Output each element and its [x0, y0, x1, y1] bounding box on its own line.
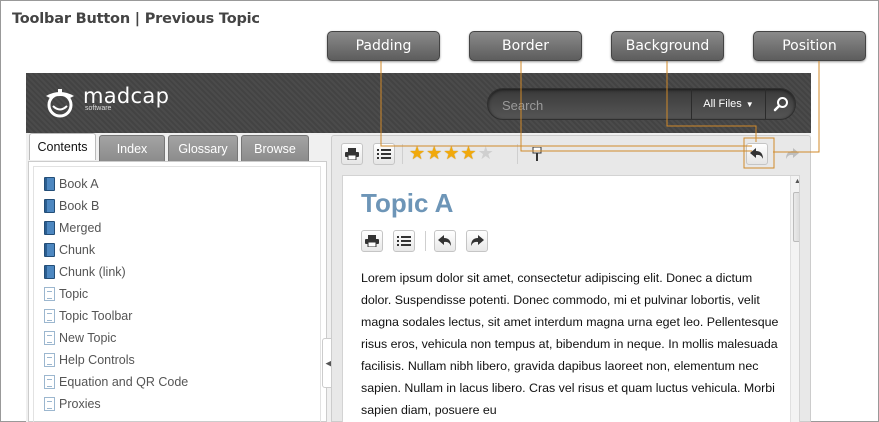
callout-position: Position [753, 31, 866, 61]
star-icon[interactable]: ★ [426, 144, 442, 162]
tab-contents[interactable]: Contents [29, 133, 96, 160]
page-icon [44, 397, 55, 411]
toc-item[interactable]: Topic Toolbar [44, 309, 132, 323]
topic-title: Topic A [361, 188, 454, 218]
star-icon[interactable]: ★ [409, 144, 425, 162]
book-icon [44, 177, 55, 191]
topic-content: Topic A Lorem ipsum dolor sit amet, cons… [342, 175, 800, 422]
figure-title: Toolbar Button | Previous Topic [12, 11, 260, 27]
list-icon [397, 236, 411, 246]
search-icon [773, 97, 788, 112]
expand-all-button[interactable] [393, 230, 415, 252]
page-icon [44, 309, 55, 323]
toc-item[interactable]: Merged [44, 221, 101, 235]
remove-highlight-button[interactable] [526, 143, 548, 165]
scroll-up-icon[interactable]: ▲ [794, 178, 799, 185]
topic-rating[interactable]: ★ ★ ★ ★ ★ [409, 144, 494, 162]
toc-item[interactable]: Topic [44, 287, 88, 301]
search-bar: All Files ▼ [487, 88, 796, 120]
toc-item-label: Topic [59, 287, 89, 301]
header-bar: madcap software All Files ▼ [26, 73, 811, 133]
book-icon [44, 265, 55, 279]
expand-all-button[interactable] [373, 143, 395, 165]
toc-item[interactable]: New Topic [44, 331, 116, 345]
madcap-logo-icon [46, 89, 74, 118]
toc-item-label: New Topic [59, 331, 117, 345]
toc-item[interactable]: Chunk [44, 243, 95, 257]
toc-panel: Book A Book B Merged Chunk Chunk (link) … [28, 161, 327, 422]
chevron-down-icon: ▼ [745, 99, 754, 109]
star-empty-icon[interactable]: ★ [478, 144, 494, 162]
next-topic-button[interactable] [781, 143, 803, 165]
toolbar-separator [517, 144, 518, 164]
arrow-back-icon [438, 235, 451, 246]
page-icon [44, 353, 55, 367]
highlighter-icon [532, 147, 542, 161]
scrollbar-thumb[interactable] [793, 192, 799, 242]
book-icon [44, 243, 55, 257]
toc-list: Book A Book B Merged Chunk Chunk (link) … [33, 166, 321, 422]
toc-item-label: Chunk (link) [59, 265, 126, 279]
page-icon [44, 287, 55, 301]
tab-glossary[interactable]: Glossary [168, 135, 238, 161]
toc-item[interactable]: Book B [44, 199, 99, 213]
list-icon [377, 149, 391, 159]
topic-toolbar: ★ ★ ★ ★ ★ [332, 136, 811, 168]
toc-item-label: Book B [59, 199, 100, 213]
book-icon [44, 221, 55, 235]
toc-item-label: Proxies [59, 397, 101, 411]
topic-body: Lorem ipsum dolor sit amet, consectetur … [361, 271, 779, 417]
content-panel: ★ ★ ★ ★ ★ Topic A Lorem ipsum dolor sit … [331, 135, 811, 422]
toc-item[interactable]: Chunk (link) [44, 265, 126, 279]
callout-padding: Padding [327, 31, 440, 61]
search-input[interactable] [502, 96, 682, 114]
callout-background: Background [611, 31, 724, 61]
star-icon[interactable]: ★ [443, 144, 459, 162]
page-icon [44, 375, 55, 389]
toolbar-separator [402, 144, 403, 164]
vertical-scrollbar[interactable]: ▲ [790, 176, 799, 422]
arrow-back-icon [750, 148, 763, 159]
print-icon [345, 148, 359, 160]
toolbar-separator [425, 231, 426, 251]
toc-item[interactable]: Equation and QR Code [44, 375, 188, 389]
toc-item-label: Chunk [59, 243, 96, 257]
toc-item[interactable]: Book A [44, 177, 99, 191]
previous-topic-button[interactable] [434, 230, 456, 252]
toc-item-label: Topic Toolbar [59, 309, 133, 323]
toc-item-label: Help Controls [59, 353, 135, 367]
print-button[interactable] [341, 143, 363, 165]
star-icon[interactable]: ★ [460, 144, 476, 162]
print-button[interactable] [361, 230, 383, 252]
search-filter-dropdown[interactable]: All Files ▼ [691, 89, 765, 119]
toc-item[interactable]: Help Controls [44, 353, 135, 367]
tab-index[interactable]: Index [99, 135, 165, 161]
page-icon [44, 331, 55, 345]
logo-name: madcap [83, 84, 170, 108]
arrow-forward-icon [471, 235, 484, 246]
search-filter-label: All Files [703, 98, 742, 110]
help-system-window: madcap software All Files ▼ Contents Ind… [26, 73, 811, 422]
toc-item[interactable]: Proxies [44, 397, 101, 411]
next-topic-button[interactable] [466, 230, 488, 252]
arrow-forward-icon [786, 148, 799, 159]
previous-topic-button[interactable] [746, 143, 768, 165]
tab-browse[interactable]: Browse [241, 135, 309, 161]
toc-item-label: Merged [59, 221, 102, 235]
madcap-logo[interactable]: madcap software [43, 85, 169, 119]
search-button[interactable] [765, 89, 796, 119]
toc-item-label: Book A [59, 177, 99, 191]
toc-item-label: Equation and QR Code [59, 375, 189, 389]
print-icon [365, 235, 379, 247]
book-icon [44, 199, 55, 213]
callout-border: Border [469, 31, 582, 61]
